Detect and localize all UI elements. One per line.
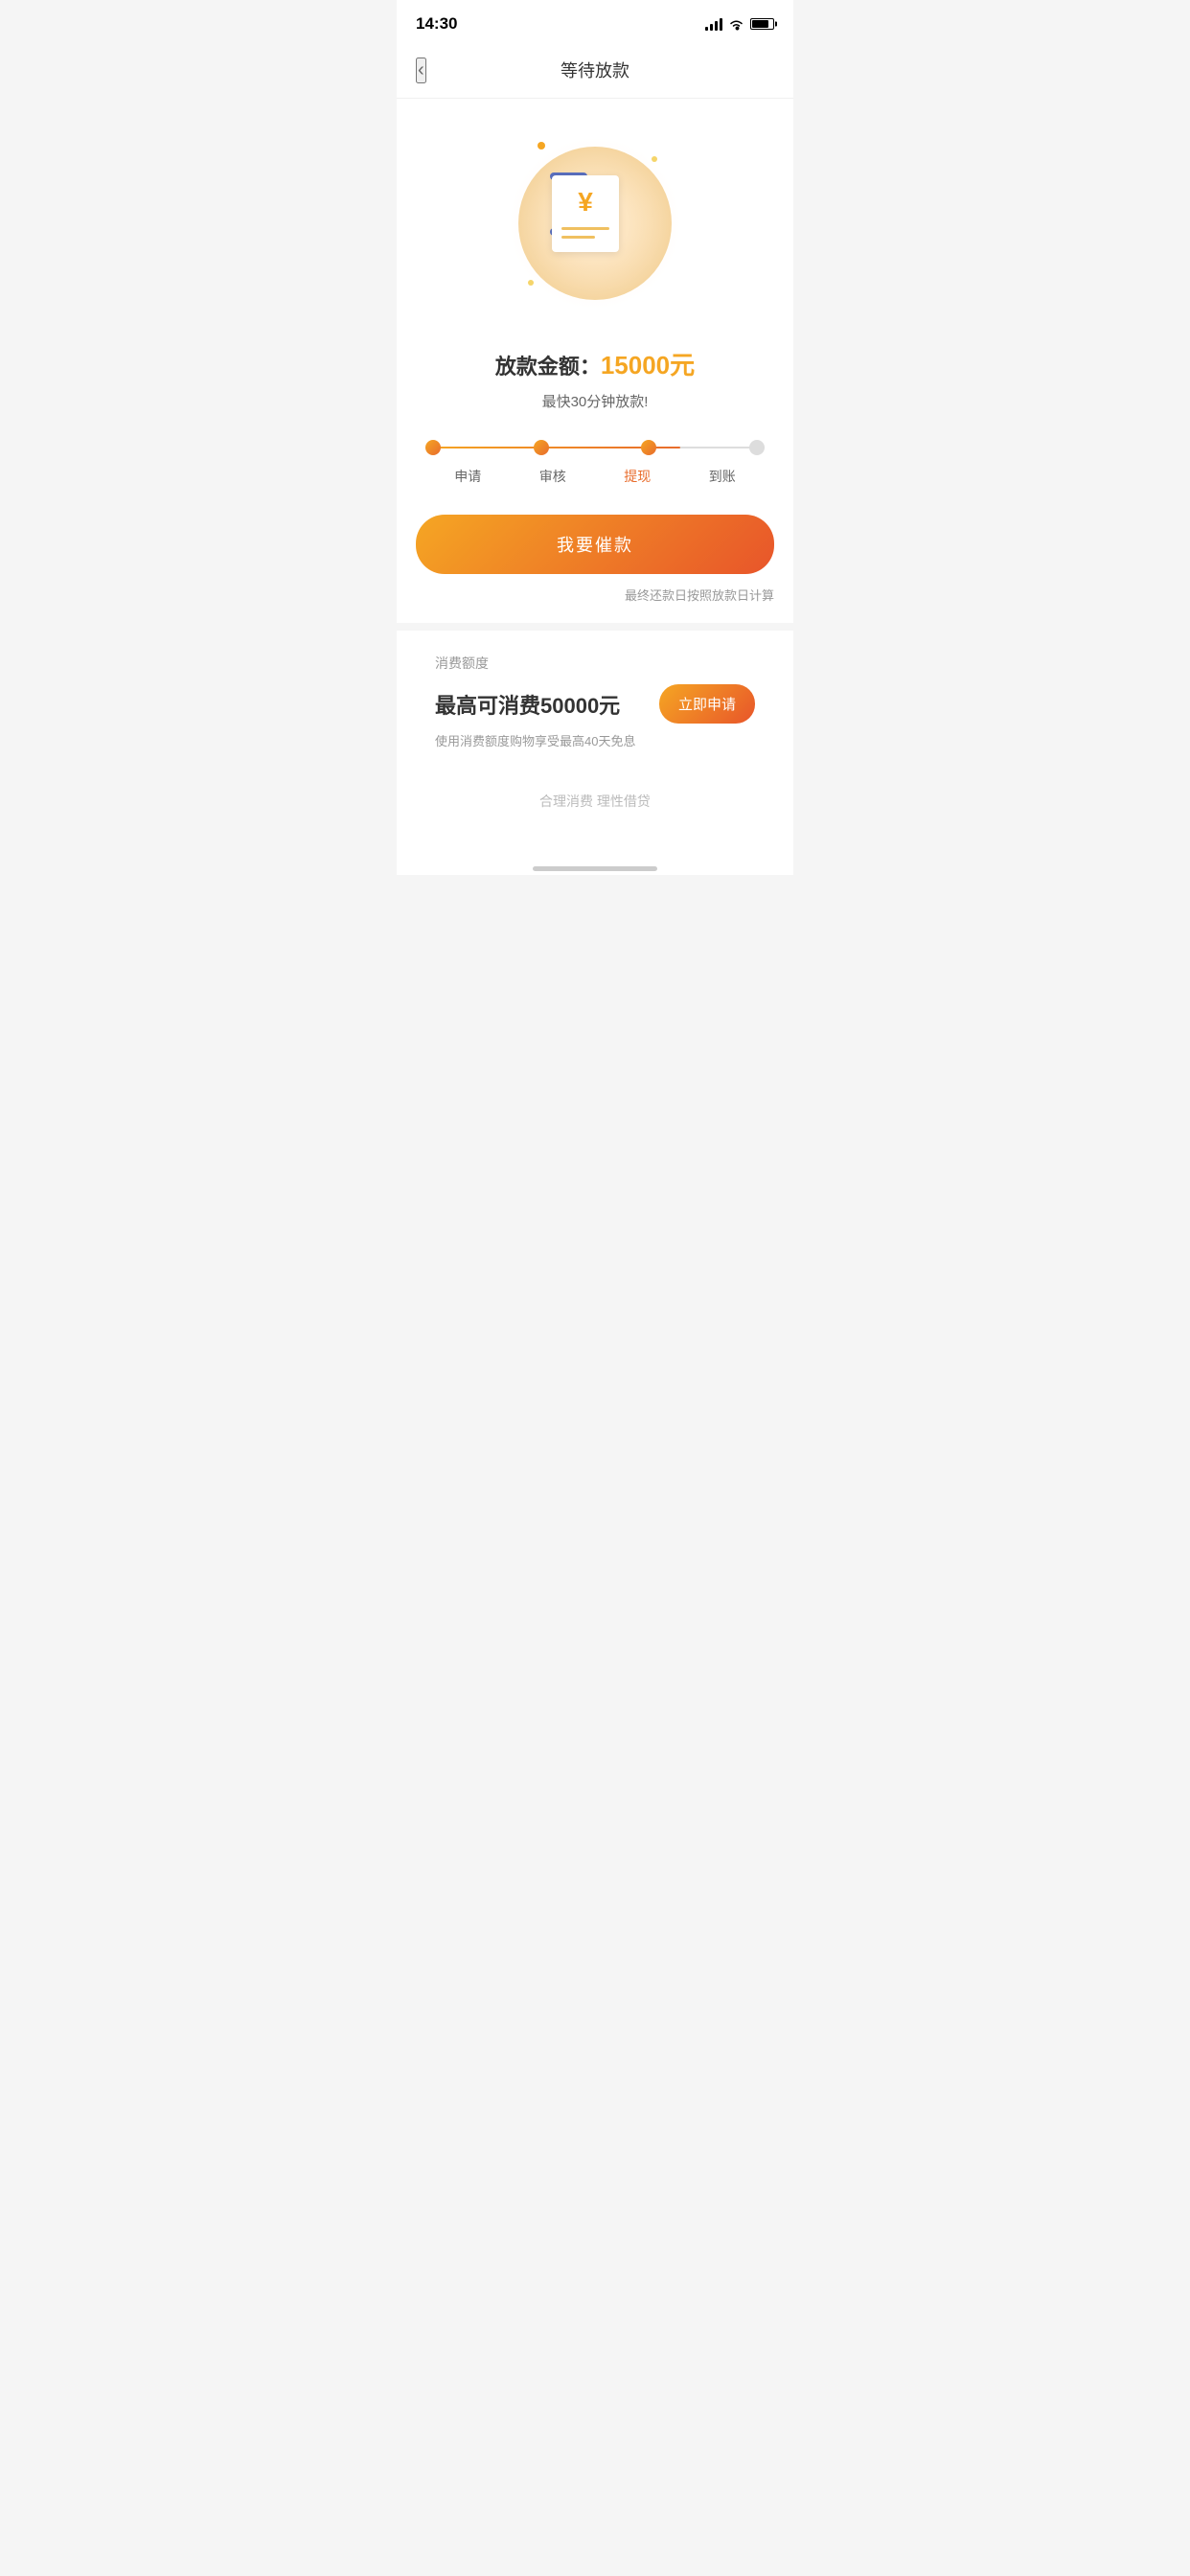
- cta-button[interactable]: 我要催款: [416, 515, 774, 574]
- yuan-symbol: ¥: [578, 187, 593, 218]
- step-label-2: 审核: [511, 467, 596, 486]
- back-button[interactable]: ‹: [416, 58, 426, 83]
- doc-line: [561, 236, 595, 239]
- progress-line-bg: [425, 447, 765, 448]
- consumer-main: 最高可消费50000元 立即申请: [435, 684, 755, 724]
- illustration-circle: ¥: [518, 147, 672, 300]
- amount-value: 15000元: [601, 351, 695, 380]
- footer-note: 合理消费 理性借贷: [416, 772, 774, 830]
- illustration: ¥: [416, 127, 774, 319]
- amount-section: 放款金额：15000元 最快30分钟放款!: [416, 346, 774, 411]
- home-bar: [533, 866, 657, 871]
- step-label-1: 申请: [425, 467, 511, 486]
- status-time: 14:30: [416, 14, 457, 34]
- page-title: 等待放款: [561, 58, 629, 82]
- status-bar: 14:30: [397, 0, 793, 42]
- status-icons: [705, 17, 774, 31]
- section-divider: [397, 623, 793, 631]
- amount-label-prefix: 放款金额：: [495, 355, 601, 379]
- progress-track: [425, 440, 765, 455]
- apply-button[interactable]: 立即申请: [659, 684, 755, 724]
- cta-note: 最终还款日按照放款日计算: [416, 586, 774, 604]
- consumer-section: 消费额度 最高可消费50000元 立即申请 使用消费额度购物享受最高40天免息: [416, 631, 774, 772]
- battery-icon: [750, 18, 774, 30]
- step-dot-1: [425, 440, 441, 455]
- decoration-dot-tl: [538, 142, 545, 150]
- doc-lines: [561, 227, 609, 244]
- consumer-amount: 最高可消费50000元: [435, 689, 620, 720]
- amount-title: 放款金额：15000元: [416, 346, 774, 381]
- step-dot-2: [534, 440, 549, 455]
- main-content: ¥: [397, 99, 793, 859]
- signal-icon: [705, 17, 722, 31]
- amount-subtitle: 最快30分钟放款!: [416, 391, 774, 411]
- doc-line: [561, 227, 609, 230]
- consumer-description: 使用消费额度购物享受最高40天免息: [435, 731, 755, 749]
- header: ‹ 等待放款: [397, 42, 793, 99]
- step-label-3: 提现: [595, 467, 680, 486]
- decoration-dot-tr: [652, 156, 657, 162]
- step-label-4: 到账: [680, 467, 766, 486]
- consumer-section-label: 消费额度: [435, 654, 755, 673]
- progress-section: 申请 审核 提现 到账: [416, 440, 774, 486]
- step-labels: 申请 审核 提现 到账: [425, 467, 765, 486]
- step-dot-4: [749, 440, 765, 455]
- home-indicator: [397, 859, 793, 875]
- step-dot-3: [641, 440, 656, 455]
- decoration-dot-bl: [528, 280, 534, 286]
- doc-hourglass: ¥: [542, 171, 648, 276]
- wifi-icon: [728, 18, 744, 31]
- doc-paper: ¥: [552, 175, 619, 252]
